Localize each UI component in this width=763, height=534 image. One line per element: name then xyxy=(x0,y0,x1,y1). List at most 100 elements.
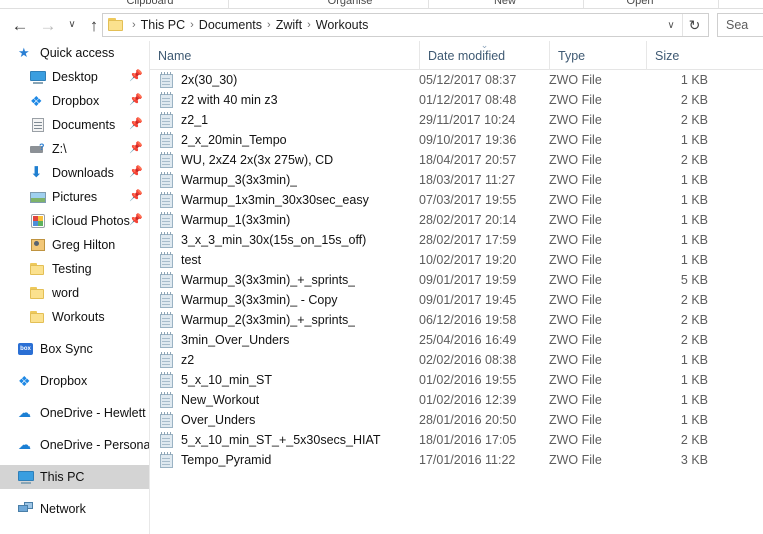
column-header-name[interactable]: Name xyxy=(150,41,419,70)
table-row[interactable]: Tempo_Pyramid 17/01/2016 11:22 ZWO File 3 K… xyxy=(150,450,763,470)
user-folder-icon xyxy=(30,237,46,253)
table-row[interactable]: 2_x_20min_Tempo 09/10/2017 19:36 ZWO File 1… xyxy=(150,130,763,150)
pin-icon[interactable]: 📌 xyxy=(129,167,143,178)
table-row[interactable]: Warmup_2(3x3min)_+_sprints_ 06/12/2016 19… xyxy=(150,310,763,330)
search-box[interactable] xyxy=(717,13,763,37)
table-row[interactable]: test 10/02/2017 19:20 ZWO File 1 KB xyxy=(150,250,763,270)
pin-icon[interactable]: 📌 xyxy=(129,143,143,154)
sidebar-item-documents[interactable]: Documents 📌 xyxy=(0,113,150,137)
table-row[interactable]: 5_x_10_min_ST_+_5x30secs_HIAT 18/01/2016 … xyxy=(150,430,763,450)
cell-size: 1 KB xyxy=(680,253,708,267)
table-row[interactable]: Warmup_3(3x3min)_ 18/03/2017 11:27 ZWO Fil… xyxy=(150,170,763,190)
sidebar-item-label: Pictures xyxy=(52,190,98,204)
sidebar-item-quick-access[interactable]: ★ Quick access xyxy=(0,41,150,65)
pin-icon[interactable]: 📌 xyxy=(129,119,143,130)
address-chevron-down-icon[interactable]: ∨ xyxy=(662,14,680,36)
breadcrumb-separator-icon: › xyxy=(190,19,194,31)
breadcrumb-item-zwift[interactable]: Zwift xyxy=(276,18,302,32)
pin-icon[interactable]: 📌 xyxy=(129,215,143,226)
back-icon[interactable]: ← xyxy=(8,13,32,37)
sidebar-item-dropbox[interactable]: ❖ Dropbox xyxy=(0,369,150,393)
breadcrumb-item-documents[interactable]: Documents xyxy=(199,18,262,32)
recent-locations-chevron-down-icon[interactable]: ∨ xyxy=(60,13,84,37)
pin-icon[interactable]: 📌 xyxy=(129,191,143,202)
file-list-view[interactable]: Name Date modified ⌄ Type Size 2x(30_30) 05/1… xyxy=(150,41,763,534)
table-row[interactable]: 2x(30_30) 05/12/2017 08:37 ZWO File 1 KB xyxy=(150,70,763,90)
cell-size: 1 KB xyxy=(680,173,708,187)
sidebar-item-z[interactable]: ? Z:\ 📌 xyxy=(0,137,150,161)
column-header-type[interactable]: Type xyxy=(549,41,646,70)
sidebar-item-greg-hilton[interactable]: Greg Hilton xyxy=(0,233,150,257)
zwo-file-icon xyxy=(160,152,174,168)
sidebar-item-box-sync[interactable]: box Box Sync xyxy=(0,337,150,361)
sidebar-item-pictures[interactable]: Pictures 📌 xyxy=(0,185,150,209)
file-rows-container[interactable]: 2x(30_30) 05/12/2017 08:37 ZWO File 1 KB z2 … xyxy=(150,70,763,470)
table-row[interactable]: 3_x_3_min_30x(15s_on_15s_off) 28/02/2017 … xyxy=(150,230,763,250)
cell-name: Warmup_1(3x3min) xyxy=(181,213,291,227)
table-row[interactable]: New_Workout 01/02/2016 12:39 ZWO File 1 KB xyxy=(150,390,763,410)
refresh-icon[interactable]: ↻ xyxy=(682,14,706,36)
breadcrumb-item-this-pc[interactable]: This PC xyxy=(141,18,185,32)
cell-type: ZWO File xyxy=(549,293,602,307)
pin-icon[interactable]: 📌 xyxy=(129,71,143,82)
column-header-row[interactable]: Name Date modified ⌄ Type Size xyxy=(150,41,763,70)
ribbon-group-new: New xyxy=(493,0,516,7)
table-row[interactable]: z2 with 40 min z3 01/12/2017 08:48 ZWO Fil… xyxy=(150,90,763,110)
cell-type: ZWO File xyxy=(549,213,602,227)
table-row[interactable]: 3min_Over_Unders 25/04/2016 16:49 ZWO File… xyxy=(150,330,763,350)
icloud-photos-icon xyxy=(30,213,46,229)
sidebar-item-label: This PC xyxy=(40,470,85,484)
cell-date: 18/04/2017 20:57 xyxy=(419,153,517,167)
cell-type: ZWO File xyxy=(549,353,602,367)
cell-date: 09/01/2017 19:45 xyxy=(419,293,517,307)
table-row[interactable]: z2 02/02/2016 08:38 ZWO File 1 KB xyxy=(150,350,763,370)
sidebar-item-network[interactable]: Network xyxy=(0,497,150,521)
breadcrumb-item-workouts[interactable]: Workouts xyxy=(316,18,369,32)
sidebar-item-label: Dropbox xyxy=(40,374,88,388)
table-row[interactable]: WU, 2xZ4 2x(3x 275w), CD 18/04/2017 20:57… xyxy=(150,150,763,170)
column-header-date[interactable]: Date modified ⌄ xyxy=(419,41,549,70)
cell-date: 01/12/2017 08:48 xyxy=(419,93,517,107)
sidebar-item-desktop[interactable]: Desktop 📌 xyxy=(0,65,150,89)
breadcrumb[interactable]: › This PC › Documents › Zwift › Workouts ∨ ↻ xyxy=(102,13,709,37)
pin-icon[interactable]: 📌 xyxy=(129,95,143,106)
cell-type: ZWO File xyxy=(549,313,602,327)
table-row[interactable]: Warmup_3(3x3min)_+_sprints_ 09/01/2017 19… xyxy=(150,270,763,290)
sidebar-item-downloads[interactable]: ⬇ Downloads 📌 xyxy=(0,161,150,185)
ribbon-separator xyxy=(583,0,584,8)
cell-type: ZWO File xyxy=(549,413,602,427)
sidebar-item-icloud-photos[interactable]: iCloud Photos 📌 xyxy=(0,209,150,233)
column-header-label: Size xyxy=(655,48,680,63)
cell-size: 1 KB xyxy=(680,73,708,87)
sidebar-item-onedrive-personal[interactable]: ☁ OneDrive - Personal xyxy=(0,433,150,457)
sidebar-item-this-pc[interactable]: This PC xyxy=(0,465,150,489)
table-row[interactable]: z2_1 29/11/2017 10:24 ZWO File 2 KB xyxy=(150,110,763,130)
sidebar-item-onedrive-hewlett-p[interactable]: ☁ OneDrive - Hewlett P xyxy=(0,401,150,425)
sidebar-item-label: Quick access xyxy=(40,46,115,60)
column-header-size[interactable]: Size xyxy=(646,41,731,70)
table-row[interactable]: Warmup_1(3x3min) 28/02/2017 20:14 ZWO File… xyxy=(150,210,763,230)
breadcrumb-separator-icon: › xyxy=(132,19,136,31)
cell-name: Warmup_2(3x3min)_+_sprints_ xyxy=(181,313,356,327)
sidebar-item-workouts[interactable]: Workouts xyxy=(0,305,150,329)
cell-name: 3min_Over_Unders xyxy=(181,333,290,347)
sidebar-item-label: OneDrive - Personal xyxy=(40,438,150,452)
navigation-pane[interactable]: ★ Quick access Desktop 📌 ❖ Dropbox 📌 Documents 📌… xyxy=(0,41,150,534)
forward-icon[interactable]: → xyxy=(36,13,60,37)
table-row[interactable]: Warmup_1x3min_30x30sec_easy 07/03/2017 19… xyxy=(150,190,763,210)
cell-type: ZWO File xyxy=(549,173,602,187)
network-icon xyxy=(18,501,34,517)
ribbon-separator xyxy=(718,0,719,8)
cell-size: 5 KB xyxy=(680,273,708,287)
table-row[interactable]: Warmup_3(3x3min)_ - Copy 09/01/2017 19:45… xyxy=(150,290,763,310)
table-row[interactable]: Over_Unders 28/01/2016 20:50 ZWO File 1 KB xyxy=(150,410,763,430)
search-input[interactable] xyxy=(718,17,763,33)
sidebar-item-testing[interactable]: Testing xyxy=(0,257,150,281)
sidebar-item-label: iCloud Photos xyxy=(52,214,130,228)
cell-size: 1 KB xyxy=(680,133,708,147)
table-row[interactable]: 5_x_10_min_ST 01/02/2016 19:55 ZWO File 1 K… xyxy=(150,370,763,390)
cell-size: 2 KB xyxy=(680,153,708,167)
cell-size: 2 KB xyxy=(680,113,708,127)
sidebar-item-dropbox[interactable]: ❖ Dropbox 📌 xyxy=(0,89,150,113)
sidebar-item-word[interactable]: word xyxy=(0,281,150,305)
